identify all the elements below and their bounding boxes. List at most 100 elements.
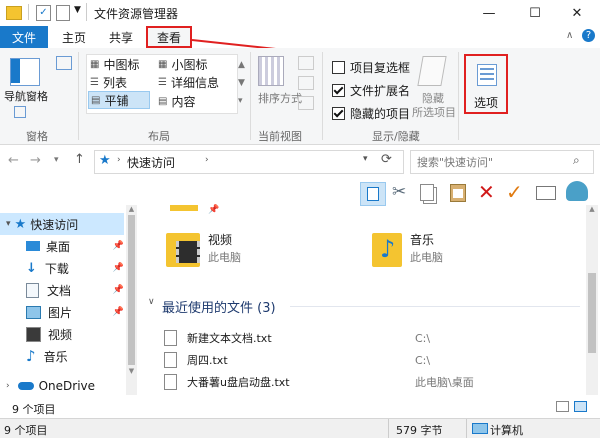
file-view: 📌 视频 此电脑 ♪ 音乐 此电脑 ∨ 最近使用的文件 (3) 新建文本文档.t… <box>140 205 586 395</box>
sidebar-item-label: 图片 <box>48 305 73 320</box>
details-pane-icon[interactable] <box>56 56 72 70</box>
layout-medium-icons[interactable]: ▦ 中图标 <box>90 56 139 73</box>
layout-list[interactable]: ☰ 列表 <box>90 74 127 91</box>
properties-quick-icon[interactable]: ✓ <box>36 5 51 21</box>
recent-locations-icon[interactable]: ▾ <box>54 155 59 165</box>
sidebar-scrollbar[interactable]: ▲ ▼ <box>126 205 137 395</box>
sort-by-icon[interactable] <box>258 56 284 86</box>
search-box[interactable]: 搜索"快速访问" ⌕ <box>410 150 594 174</box>
refresh-icon[interactable]: ⟳ <box>381 152 392 167</box>
address-bar[interactable]: ★ › 快速访问 › ▾ ⟳ <box>94 150 404 174</box>
document-icon <box>26 282 39 298</box>
tab-home[interactable]: 主页 <box>52 26 96 48</box>
pin-icon[interactable]: 📌 <box>113 285 124 295</box>
search-input[interactable]: 搜索"快速访问" <box>417 154 493 170</box>
large-icons-view-icon[interactable] <box>574 401 587 412</box>
sidebar-item-pictures[interactable]: 图片 📌 <box>26 301 124 323</box>
quick-access-dropdown-icon[interactable]: ▼ <box>74 5 81 15</box>
help-icon[interactable]: ? <box>582 29 595 42</box>
search-icon[interactable]: ⌕ <box>573 153 580 168</box>
tab-file[interactable]: 文件 <box>0 26 48 48</box>
breadcrumb-separator-icon: › <box>117 155 121 165</box>
sidebar-item-music[interactable]: ♪ 音乐 <box>26 345 124 367</box>
layout-tiles[interactable]: ▤ 平铺 <box>88 91 150 109</box>
file-ext-toggle[interactable]: 文件扩展名 <box>332 82 410 99</box>
desktop-icon <box>26 241 40 251</box>
address-dropdown-icon[interactable]: ▾ <box>363 154 368 164</box>
sidebar-item-desktop[interactable]: 桌面 📌 <box>26 235 124 257</box>
delete-icon[interactable]: ✕ <box>478 180 495 204</box>
pin-icon[interactable]: 📌 <box>113 241 124 251</box>
tile-name: 视频 <box>208 233 233 247</box>
tab-view[interactable]: 查看 <box>146 26 192 48</box>
status-bar: 9 个项目 <box>0 398 600 416</box>
pin-icon[interactable]: 📌 <box>113 307 124 317</box>
up-icon[interactable]: ↑ <box>74 152 85 167</box>
details-view-icon[interactable] <box>556 401 569 412</box>
tile-music[interactable]: ♪ 音乐 此电脑 <box>372 229 552 277</box>
sidebar-item-onedrive[interactable]: › OneDrive <box>6 375 124 397</box>
pin-icon[interactable]: 📌 <box>113 263 124 273</box>
item-checkbox-toggle[interactable]: 项目复选框 <box>332 59 410 76</box>
nav-pane-label[interactable]: 导航窗格 <box>4 88 48 104</box>
extra-icon[interactable] <box>566 181 588 201</box>
gallery-scroll-icon[interactable]: ▲ ▼ ▾ <box>238 56 245 110</box>
add-columns-icon[interactable] <box>298 76 314 90</box>
sidebar: ▾ ★ 快速访问 桌面 📌 ↓ 下载 📌 文档 📌 图片 📌 视频 ♪ 音乐 ›… <box>0 205 138 395</box>
sidebar-item-videos[interactable]: 视频 <box>26 323 124 345</box>
group-by-icon[interactable] <box>298 56 314 70</box>
sidebar-item-downloads[interactable]: ↓ 下载 📌 <box>26 257 124 279</box>
layout-details[interactable]: ☰ 详细信息 <box>158 74 219 91</box>
item-count: 9 个项目 <box>12 403 56 416</box>
options-button[interactable]: 选项 <box>464 54 508 114</box>
size-columns-icon[interactable] <box>298 96 314 110</box>
layout-content[interactable]: ▤ 内容 <box>158 93 195 110</box>
nav-pane-icon[interactable] <box>10 58 40 86</box>
breadcrumb[interactable]: 快速访问 <box>127 154 175 171</box>
checkbox-icon[interactable] <box>332 107 345 120</box>
video-icon <box>26 326 41 342</box>
hidden-items-toggle[interactable]: 隐藏的项目 <box>332 105 410 122</box>
recent-files-header[interactable]: 最近使用的文件 (3) <box>162 297 276 316</box>
tab-share[interactable]: 共享 <box>100 26 142 48</box>
sidebar-item-quick-access[interactable]: ▾ ★ 快速访问 <box>0 213 124 235</box>
music-folder-icon: ♪ <box>372 233 402 267</box>
text-file-icon <box>164 352 177 368</box>
group-label-show-hide: 显示/隐藏 <box>372 130 420 143</box>
list-item[interactable]: 大番薯u盘启动盘.txt 此电脑\桌面 <box>164 371 564 393</box>
sort-by-label[interactable]: 排序方式 <box>258 90 302 106</box>
forward-icon[interactable]: → <box>30 153 41 168</box>
details-pane-icon[interactable] <box>360 182 386 206</box>
checkbox-icon[interactable] <box>332 61 345 74</box>
preview-pane-icon[interactable] <box>14 106 26 118</box>
hide-selected-label[interactable]: 所选项目 <box>412 104 456 120</box>
list-item[interactable]: 周四.txt C:\ <box>164 349 564 371</box>
minimize-button[interactable]: — <box>466 0 512 26</box>
tile-location: 此电脑 <box>410 251 443 264</box>
layout-small-icons[interactable]: ▦ 小图标 <box>158 56 207 73</box>
item-count: 9 个项目 <box>4 424 48 437</box>
divider <box>290 306 580 307</box>
cut-icon[interactable]: ✂ <box>392 182 406 202</box>
close-button[interactable]: ✕ <box>554 0 600 26</box>
chevron-right-icon[interactable]: › <box>6 381 10 391</box>
sidebar-item-documents[interactable]: 文档 📌 <box>26 279 124 301</box>
back-icon[interactable]: ← <box>8 153 19 168</box>
paste-icon[interactable] <box>450 184 466 202</box>
checkbox-icon[interactable] <box>332 84 345 97</box>
sidebar-item-label: 文档 <box>47 283 72 298</box>
collapse-ribbon-icon[interactable]: ∧ <box>566 30 573 41</box>
copy-icon[interactable] <box>420 184 434 201</box>
check-icon[interactable]: ✓ <box>506 180 523 204</box>
maximize-button[interactable]: ☐ <box>512 0 558 26</box>
file-path: 此电脑\桌面 <box>415 376 474 389</box>
rename-icon[interactable] <box>536 186 556 200</box>
new-folder-quick-icon[interactable] <box>56 5 70 21</box>
main-scrollbar[interactable]: ▲ <box>586 205 598 395</box>
tile-videos[interactable]: 视频 此电脑 <box>166 229 346 277</box>
chevron-down-icon[interactable]: ▾ <box>6 219 11 229</box>
list-item[interactable]: 新建文本文档.txt C:\ <box>164 327 564 349</box>
chevron-down-icon[interactable]: ∨ <box>148 297 155 307</box>
checkbox-label: 隐藏的项目 <box>350 107 411 121</box>
hide-selected-icon[interactable] <box>417 56 447 86</box>
